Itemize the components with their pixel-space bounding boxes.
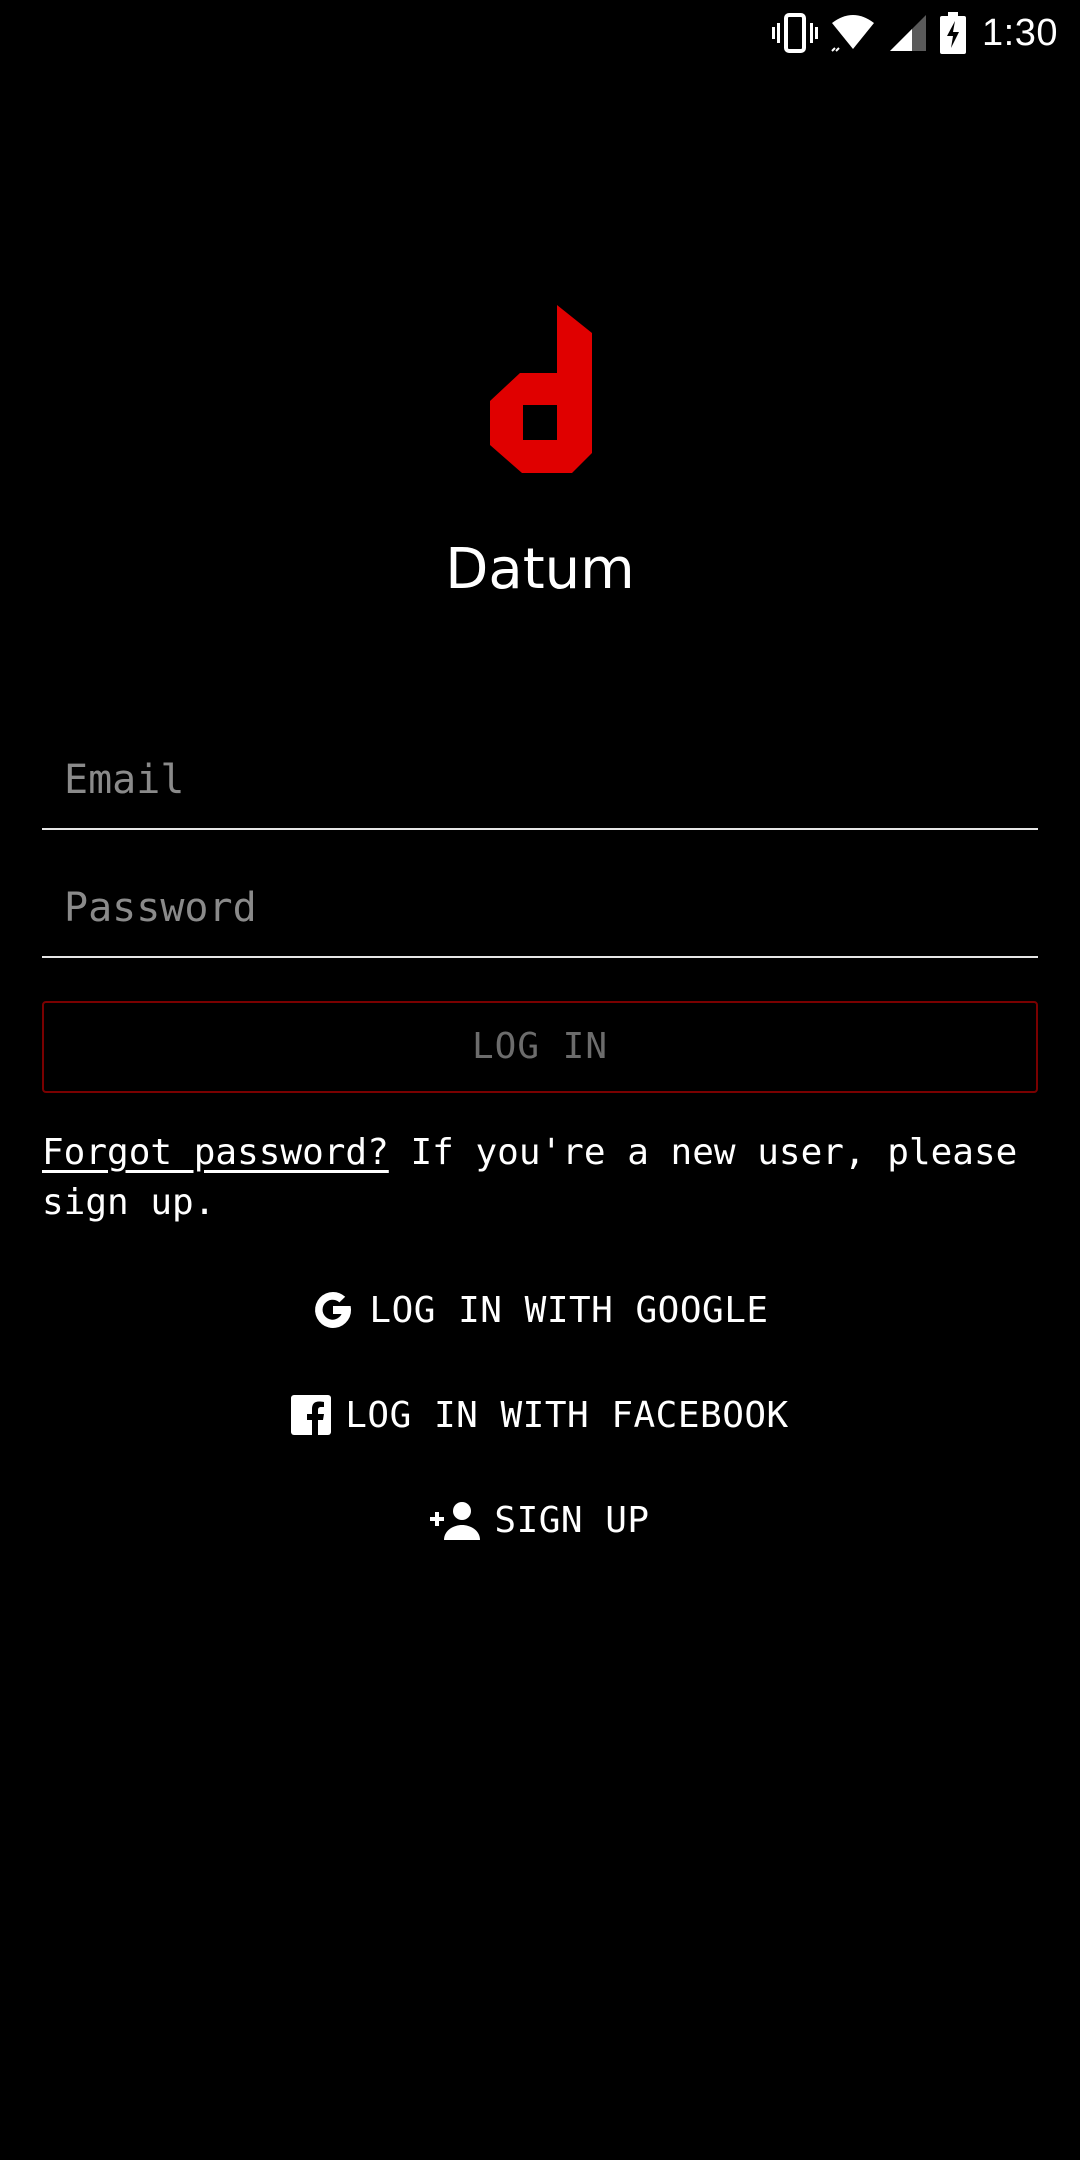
status-icons: 1:30 — [760, 8, 1058, 58]
password-field[interactable] — [42, 860, 1038, 958]
password-input[interactable] — [42, 860, 1038, 956]
add-person-icon — [430, 1500, 481, 1540]
wifi-icon — [830, 13, 876, 53]
facebook-login-button[interactable]: LOG IN WITH FACEBOOK — [0, 1379, 1080, 1451]
help-text: Forgot password? If you're a new user, p… — [42, 1128, 1042, 1228]
facebook-login-label: LOG IN WITH FACEBOOK — [345, 1394, 789, 1436]
status-time: 1:30 — [982, 11, 1058, 54]
login-button[interactable]: LOG IN — [42, 1001, 1038, 1093]
forgot-password-link[interactable]: Forgot password? — [42, 1132, 389, 1173]
email-field[interactable] — [42, 732, 1038, 830]
datum-logo — [490, 305, 592, 473]
app-title: Datum — [445, 537, 635, 602]
status-bar: 1:30 — [0, 0, 1080, 66]
google-login-button[interactable]: LOG IN WITH GOOGLE — [0, 1274, 1080, 1346]
vibrate-icon — [772, 13, 819, 53]
signup-label: SIGN UP — [494, 1499, 650, 1541]
battery-charging-icon — [940, 12, 967, 54]
google-login-label: LOG IN WITH GOOGLE — [369, 1289, 769, 1331]
cell-signal-icon — [888, 13, 928, 53]
google-icon — [311, 1288, 355, 1332]
signup-button[interactable]: SIGN UP — [0, 1484, 1080, 1556]
facebook-icon — [291, 1395, 332, 1435]
email-input[interactable] — [42, 732, 1038, 828]
